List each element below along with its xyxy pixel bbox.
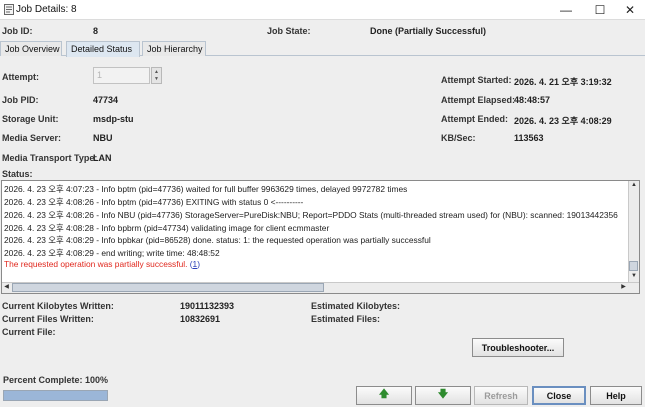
- job-pid-label: Job PID:: [2, 95, 39, 105]
- attempt-elapsed-value: 48:48:57: [514, 95, 551, 105]
- est-files-label: Estimated Files:: [311, 314, 381, 324]
- scroll-left-icon[interactable]: ◀: [2, 283, 11, 292]
- attempt-ended-label: Attempt Ended:: [441, 114, 508, 124]
- log-line: 2026. 4. 23 오후 4:08:28 - Info bpbrm (pid…: [4, 223, 330, 233]
- media-server-label: Media Server:: [2, 133, 62, 143]
- attempt-spinner[interactable]: 1: [93, 67, 150, 84]
- kbsec-value: 113563: [514, 133, 544, 143]
- window-title: Job Details: 8: [16, 4, 77, 15]
- storage-unit-value: msdp-stu: [93, 114, 134, 124]
- current-file-label: Current File:: [2, 327, 56, 337]
- attempt-started-label: Attempt Started:: [441, 75, 512, 85]
- close-button[interactable]: Close: [532, 386, 586, 405]
- progress-fill: [4, 391, 107, 400]
- files-written-value: 10832691: [180, 314, 221, 324]
- maximize-icon[interactable]: ☐: [584, 0, 616, 20]
- log-line: 2026. 4. 23 오후 4:08:29 - Info bpbkar (pi…: [4, 235, 431, 245]
- kb-written-value: 19011132393: [180, 301, 235, 311]
- spin-down-icon[interactable]: ▼: [152, 76, 161, 83]
- job-id-label: Job ID:: [2, 26, 33, 36]
- job-state-label: Job State:: [267, 26, 311, 36]
- attempt-elapsed-label: Attempt Elapsed:: [441, 95, 516, 105]
- log-result-line: The requested operation was partially su…: [4, 259, 200, 269]
- kbsec-label: KB/Sec:: [441, 133, 476, 143]
- job-state-value: Done (Partially Successful): [370, 26, 487, 36]
- log-line: 2026. 4. 23 오후 4:08:26 - Info bptm (pid=…: [4, 197, 304, 207]
- job-id-value: 8: [93, 26, 99, 36]
- troubleshooter-button[interactable]: Troubleshooter...: [472, 338, 564, 357]
- attempt-label: Attempt:: [2, 72, 39, 82]
- status-label: Status:: [2, 169, 33, 179]
- minimize-icon[interactable]: —: [550, 0, 582, 20]
- log-line: 2026. 4. 23 오후 4:08:29 - end writing; wr…: [4, 248, 220, 258]
- status-log[interactable]: 2026. 4. 23 오후 4:07:23 - Info bptm (pid=…: [1, 180, 640, 294]
- storage-unit-label: Storage Unit:: [2, 114, 59, 124]
- move-down-button[interactable]: 🡇: [415, 386, 471, 405]
- scroll-down-icon[interactable]: ▼: [629, 272, 639, 281]
- files-written-label: Current Files Written:: [2, 314, 94, 324]
- vertical-scroll-thumb[interactable]: [629, 261, 638, 271]
- percent-complete-label: Percent Complete: 100%: [3, 375, 109, 385]
- spin-up-icon[interactable]: ▲: [152, 69, 161, 76]
- scroll-right-icon[interactable]: ▶: [619, 283, 628, 292]
- title-bar: [0, 0, 645, 20]
- horizontal-scroll-thumb[interactable]: [12, 283, 324, 292]
- move-up-button[interactable]: 🡅: [356, 386, 412, 405]
- log-line: 2026. 4. 23 오후 4:08:26 - Info NBU (pid=4…: [4, 210, 618, 220]
- arrow-up-icon: 🡅: [378, 389, 390, 400]
- arrow-down-icon: 🡇: [437, 389, 449, 400]
- tab-job-hierarchy[interactable]: Job Hierarchy: [142, 41, 206, 56]
- media-server-value: NBU: [93, 133, 113, 143]
- log-line: 2026. 4. 23 오후 4:07:23 - Info bptm (pid=…: [4, 184, 408, 194]
- tab-detailed-status[interactable]: Detailed Status: [66, 41, 140, 57]
- close-icon[interactable]: ✕: [614, 0, 645, 20]
- kb-written-label: Current Kilobytes Written:: [2, 301, 114, 311]
- est-kb-label: Estimated Kilobytes:: [311, 301, 401, 311]
- transport-type-label: Media Transport Type:: [2, 153, 98, 163]
- attempt-spinner-buttons[interactable]: ▲ ▼: [151, 67, 162, 84]
- progress-bar: [3, 390, 108, 401]
- attempt-ended-value: 2026. 4. 23 오후 4:08:29: [514, 116, 612, 126]
- attempt-started-value: 2026. 4. 21 오후 3:19:32: [514, 77, 612, 87]
- transport-type-value: LAN: [93, 153, 112, 163]
- app-icon: [4, 4, 14, 15]
- tab-job-overview[interactable]: Job Overview: [0, 41, 62, 56]
- log-result-text: The requested operation was partially su…: [4, 259, 188, 269]
- refresh-button[interactable]: Refresh: [474, 386, 528, 405]
- job-pid-value: 47734: [93, 95, 119, 105]
- log-result-link-close: ): [197, 259, 201, 269]
- help-button[interactable]: Help: [590, 386, 642, 405]
- scroll-up-icon[interactable]: ▲: [629, 181, 639, 190]
